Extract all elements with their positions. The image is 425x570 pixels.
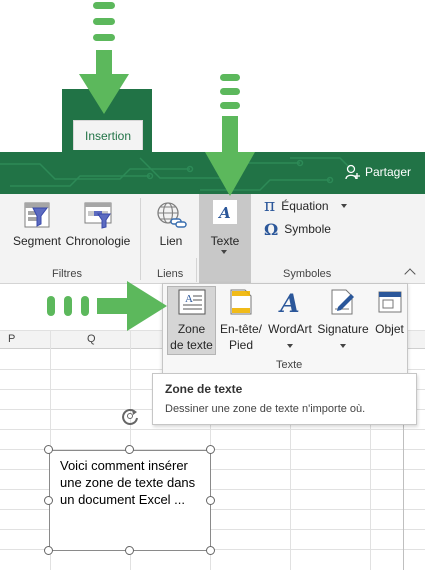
resize-handle[interactable] [44,546,53,555]
tooltip: Zone de texte Dessiner une zone de texte… [152,373,417,425]
ribbon-separator [196,258,197,282]
tab-insertion[interactable]: Insertion [73,120,143,150]
zone-label-line2: de texte [170,338,213,352]
wordart-icon: A [278,289,299,316]
signature-button[interactable]: Signature [315,286,371,355]
objet-button[interactable]: Objet [371,286,408,355]
zone-label-line1: Zone [177,322,206,336]
svg-text:A: A [278,289,299,316]
segment-button[interactable]: Segment [8,198,66,258]
text-box-line: une zone de texte dans [60,475,196,490]
en-tete-pied-button[interactable]: En-tête/ Pied [218,286,264,355]
wordart-dropdown-caret [287,344,293,348]
texte-group-label: Texte [276,359,303,371]
svg-text:A: A [217,204,231,222]
lien-button[interactable]: Lien [148,198,194,258]
equation-button[interactable]: π Équation [264,196,354,216]
pi-icon: π [264,196,276,216]
link-globe-icon [157,202,187,228]
signature-dropdown-caret [340,344,346,348]
texte-button[interactable]: A Texte [199,198,251,262]
resize-handle[interactable] [206,445,215,454]
slicer-icon [24,202,50,228]
share-label: Partager [364,165,411,179]
column-header-q[interactable]: Q [87,333,96,345]
resize-handle[interactable] [206,496,215,505]
symbole-label: Symbole [284,222,331,236]
rotate-handle-icon[interactable] [119,405,141,427]
equation-dropdown-caret [340,204,347,208]
resize-handle[interactable] [44,445,53,454]
omega-icon: Ω [264,219,279,239]
texte-label: Texte [210,234,240,248]
group-label-filtres: Filtres [52,268,82,280]
person-icon [345,164,360,180]
text-a-icon: A [213,200,237,224]
share-button[interactable]: Partager [345,164,411,180]
tooltip-title: Zone de texte [165,382,243,396]
chronologie-label: Chronologie [65,234,131,248]
wordart-button[interactable]: A WordArt [266,286,314,355]
signature-icon [331,289,354,315]
en-tete-label-line2: Pied [228,338,254,352]
zone-de-texte-button[interactable]: A Zone de texte [167,286,216,355]
text-box-line: un document Excel ... [60,492,186,507]
svg-text:A: A [185,293,193,305]
texte-dropdown-caret [221,250,227,254]
gridline [0,429,425,430]
signature-label: Signature [317,322,369,336]
header-footer-icon [230,289,252,315]
resize-handle[interactable] [125,445,134,454]
ribbon-separator [140,198,141,280]
chronologie-button[interactable]: Chronologie [62,198,134,258]
resize-handle[interactable] [206,546,215,555]
segment-label: Segment [12,234,62,248]
resize-handle[interactable] [44,496,53,505]
objet-label: Objet [375,322,404,336]
tooltip-description: Dessiner une zone de texte n'importe où. [165,403,366,415]
en-tete-label-line1: En-tête/ [219,322,263,336]
resize-handle[interactable] [125,546,134,555]
group-label-symboles: Symboles [283,268,332,280]
group-label-liens: Liens [157,268,184,280]
wordart-label: WordArt [268,322,312,336]
timeline-icon [84,202,112,229]
equation-label: Équation [281,199,329,213]
text-box[interactable]: Voici comment insérer une zone de texte … [49,450,211,551]
text-box-icon: A [178,289,206,315]
lien-label: Lien [159,234,183,248]
symbole-button[interactable]: Ω Symbole [264,219,344,239]
text-box-line: Voici comment insérer [60,458,188,473]
object-icon [378,291,402,313]
text-box-content[interactable]: Voici comment insérer une zone de texte … [60,457,205,508]
column-header-p[interactable]: P [8,333,15,345]
